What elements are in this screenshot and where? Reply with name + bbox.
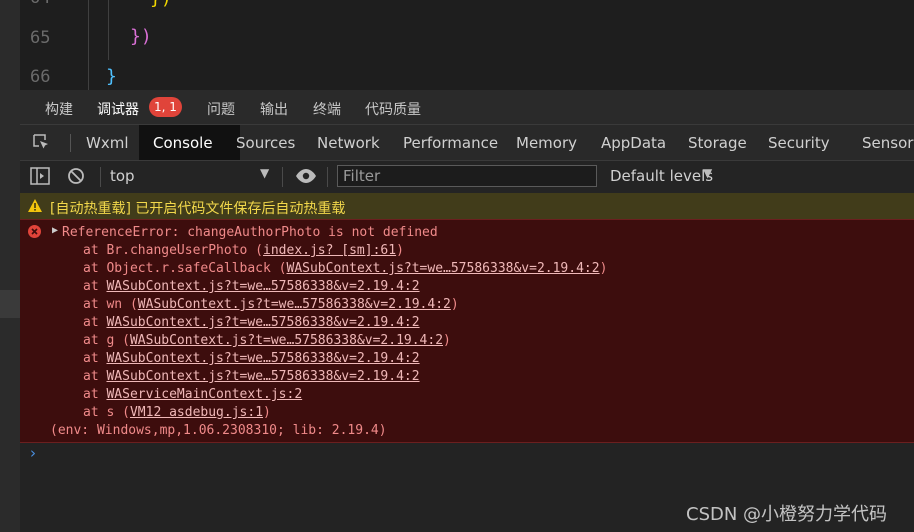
log-levels-dropdown[interactable]: Default levels (610, 167, 713, 185)
source-link[interactable]: WASubContext.js?t=we…57586338&v=2.19.4:2 (138, 297, 451, 312)
source-link[interactable]: WASubContext.js?t=we…57586338&v=2.19.4:2 (106, 369, 419, 384)
code-text: } (106, 66, 117, 87)
source-link[interactable]: WASubContext.js?t=we…57586338&v=2.19.4:2 (106, 351, 419, 366)
stack-frame: at WAServiceMainContext.js:2 (83, 387, 302, 402)
tab-code-quality[interactable]: 代码质量 (365, 99, 421, 119)
clear-console-icon[interactable] (67, 167, 85, 185)
source-link[interactable]: WAServiceMainContext.js:2 (106, 387, 302, 402)
left-gutter-strip (0, 0, 20, 532)
stack-frame: at Object.r.safeCallback (WASubContext.j… (83, 261, 607, 276)
filter-input[interactable]: Filter (337, 165, 597, 187)
stack-frame: at g (WASubContext.js?t=we…57586338&v=2.… (83, 333, 451, 348)
console-toolbar: top ▼ Filter Default levels ▼ (20, 160, 914, 194)
devtools-top-tabs: 构建 调试器 1, 1 问题 输出 终端 代码质量 (20, 90, 914, 124)
frame-prefix: at s ( (83, 405, 130, 420)
code-editor[interactable]: 64 65 66 }) }) } (20, 0, 914, 90)
frame-prefix: at (83, 369, 107, 384)
frame-prefix: at wn ( (83, 297, 138, 312)
divider (70, 134, 71, 152)
line-number: 65 (30, 28, 51, 48)
expand-triangle-icon[interactable]: ▶ (52, 225, 58, 236)
source-link[interactable]: WASubContext.js?t=we…57586338&v=2.19.4:2 (130, 333, 443, 348)
tab-issues[interactable]: 问题 (207, 99, 235, 119)
code-text: }) (130, 26, 152, 47)
stack-frame: at wn (WASubContext.js?t=we…57586338&v=2… (83, 297, 459, 312)
tab-sources[interactable]: Sources (236, 134, 295, 152)
chevron-down-icon[interactable]: ▼ (703, 166, 712, 180)
tab-build[interactable]: 构建 (45, 99, 73, 119)
source-link[interactable]: VM12 asdebug.js:1 (130, 405, 263, 420)
indent-guide (88, 0, 89, 90)
error-count-badge: 1, 1 (149, 97, 182, 117)
tab-memory[interactable]: Memory (516, 134, 577, 152)
warning-icon (28, 199, 42, 212)
stack-frame: at WASubContext.js?t=we…57586338&v=2.19.… (83, 369, 420, 384)
inspect-element-icon[interactable] (32, 133, 50, 151)
tab-debugger[interactable]: 调试器 (97, 99, 139, 119)
source-link[interactable]: index.js? [sm]:61 (263, 243, 396, 258)
code-text: }) (150, 0, 172, 9)
tab-network[interactable]: Network (317, 134, 380, 152)
frame-suffix: ) (396, 243, 404, 258)
frame-prefix: at g ( (83, 333, 130, 348)
eye-icon[interactable] (295, 168, 317, 184)
stack-frame: at Br.changeUserPhoto (index.js? [sm]:61… (83, 243, 404, 258)
frame-prefix: at Object.r.safeCallback ( (83, 261, 287, 276)
warning-message: [自动热重载] 已开启代码文件保存后自动热重载 (20, 193, 914, 220)
divider (282, 167, 283, 187)
sidebar-toggle-icon[interactable] (30, 167, 50, 185)
error-icon (28, 225, 41, 238)
frame-suffix: ) (599, 261, 608, 276)
tab-terminal[interactable]: 终端 (313, 99, 341, 119)
tab-wxml[interactable]: Wxml (86, 134, 129, 152)
frame-suffix: ) (450, 297, 459, 312)
error-text: ReferenceError: changeAuthorPhoto is not… (62, 225, 438, 240)
tab-console[interactable]: Console (153, 134, 213, 152)
tab-security[interactable]: Security (768, 134, 830, 152)
frame-prefix: at (83, 279, 107, 294)
context-selector[interactable]: top (110, 167, 135, 185)
source-link[interactable]: WASubContext.js?t=we…57586338&v=2.19.4:2 (106, 279, 419, 294)
line-number: 64 (30, 0, 50, 8)
frame-suffix: ) (263, 405, 271, 420)
warning-text: [自动热重载] 已开启代码文件保存后自动热重载 (50, 201, 346, 217)
stack-frame: at WASubContext.js?t=we…57586338&v=2.19.… (83, 315, 420, 330)
watermark: CSDN @小橙努力学代码 (686, 504, 888, 525)
line-number: 66 (30, 67, 51, 87)
frame-prefix: at (83, 315, 107, 330)
source-link[interactable]: WASubContext.js?t=we…57586338&v=2.19.4:2 (106, 315, 419, 330)
panel-tabs: Wxml Console Sources Network Performance… (20, 124, 914, 161)
stack-frame: at WASubContext.js?t=we…57586338&v=2.19.… (83, 279, 420, 294)
source-link[interactable]: WASubContext.js?t=we…57586338&v=2.19.4:2 (287, 261, 600, 276)
frame-prefix: at (83, 351, 107, 366)
frame-prefix: at Br.changeUserPhoto ( (83, 243, 264, 258)
frame-prefix: at (83, 387, 107, 402)
tab-storage[interactable]: Storage (688, 134, 747, 152)
tab-appdata[interactable]: AppData (601, 134, 666, 152)
divider (100, 167, 101, 187)
env-info: (env: Windows,mp,1.06.2308310; lib: 2.19… (50, 423, 387, 438)
chevron-down-icon[interactable]: ▼ (260, 166, 269, 180)
tab-sensor[interactable]: Sensor (862, 134, 913, 152)
indent-guide (108, 0, 109, 60)
divider (327, 167, 328, 187)
tab-performance[interactable]: Performance (403, 134, 498, 152)
tab-output[interactable]: 输出 (260, 99, 288, 119)
frame-suffix: ) (443, 333, 451, 348)
gutter-marker (0, 290, 20, 318)
stack-frame: at s (VM12 asdebug.js:1) (83, 405, 271, 420)
stack-frame: at WASubContext.js?t=we…57586338&v=2.19.… (83, 351, 420, 366)
error-message: ▶ ReferenceError: changeAuthorPhoto is n… (20, 219, 914, 443)
console-prompt-chevron-icon[interactable]: › (30, 444, 36, 462)
